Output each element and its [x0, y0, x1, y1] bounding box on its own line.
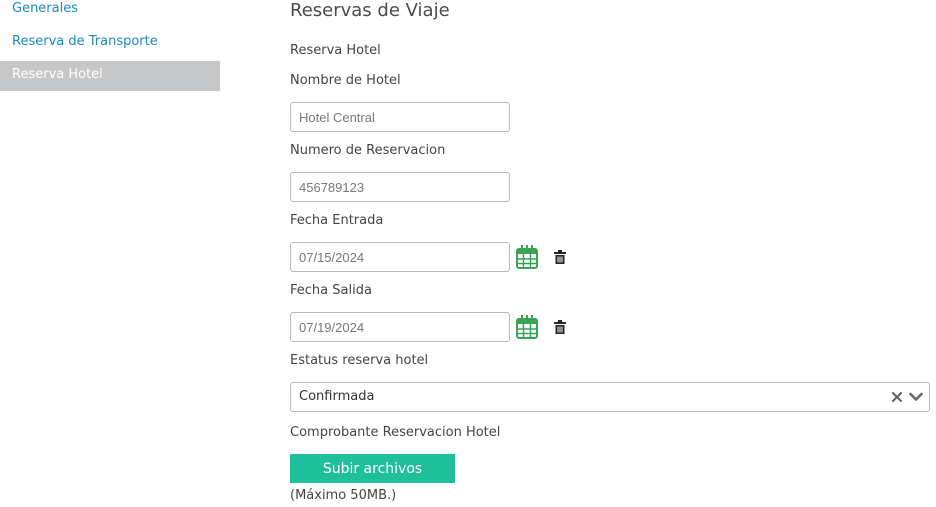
check-in-label: Fecha Entrada [290, 213, 384, 228]
check-in-date-input[interactable] [290, 242, 510, 272]
upload-size-note: (Máximo 50MB.) [290, 488, 397, 503]
reservation-number-label: Numero de Reservacion [290, 143, 446, 158]
trash-icon[interactable] [554, 250, 566, 264]
trash-icon[interactable] [554, 320, 566, 334]
status-select[interactable]: Confirmada [290, 382, 930, 412]
chevron-down-icon[interactable] [909, 392, 923, 402]
reservation-number-input[interactable] [290, 172, 510, 202]
status-label: Estatus reserva hotel [290, 353, 429, 368]
section-label: Reserva Hotel [290, 43, 381, 58]
hotel-name-label: Nombre de Hotel [290, 73, 401, 88]
clear-icon[interactable] [891, 391, 903, 403]
status-select-value: Confirmada [299, 389, 375, 404]
upload-files-button[interactable]: Subir archivos [290, 454, 455, 483]
hotel-name-input[interactable] [290, 102, 510, 132]
page-title: Reservas de Viaje [290, 0, 450, 21]
sidebar-item-reserva-transporte[interactable]: Reserva de Transporte [0, 33, 220, 63]
check-out-label: Fecha Salida [290, 283, 372, 298]
calendar-icon[interactable] [516, 245, 538, 269]
receipt-label: Comprobante Reservacion Hotel [290, 425, 501, 440]
sidebar-item-generales[interactable]: Generales [0, 0, 220, 30]
check-out-date-input[interactable] [290, 312, 510, 342]
sidebar-item-reserva-hotel[interactable]: Reserva Hotel [0, 61, 220, 91]
calendar-icon[interactable] [516, 315, 538, 339]
